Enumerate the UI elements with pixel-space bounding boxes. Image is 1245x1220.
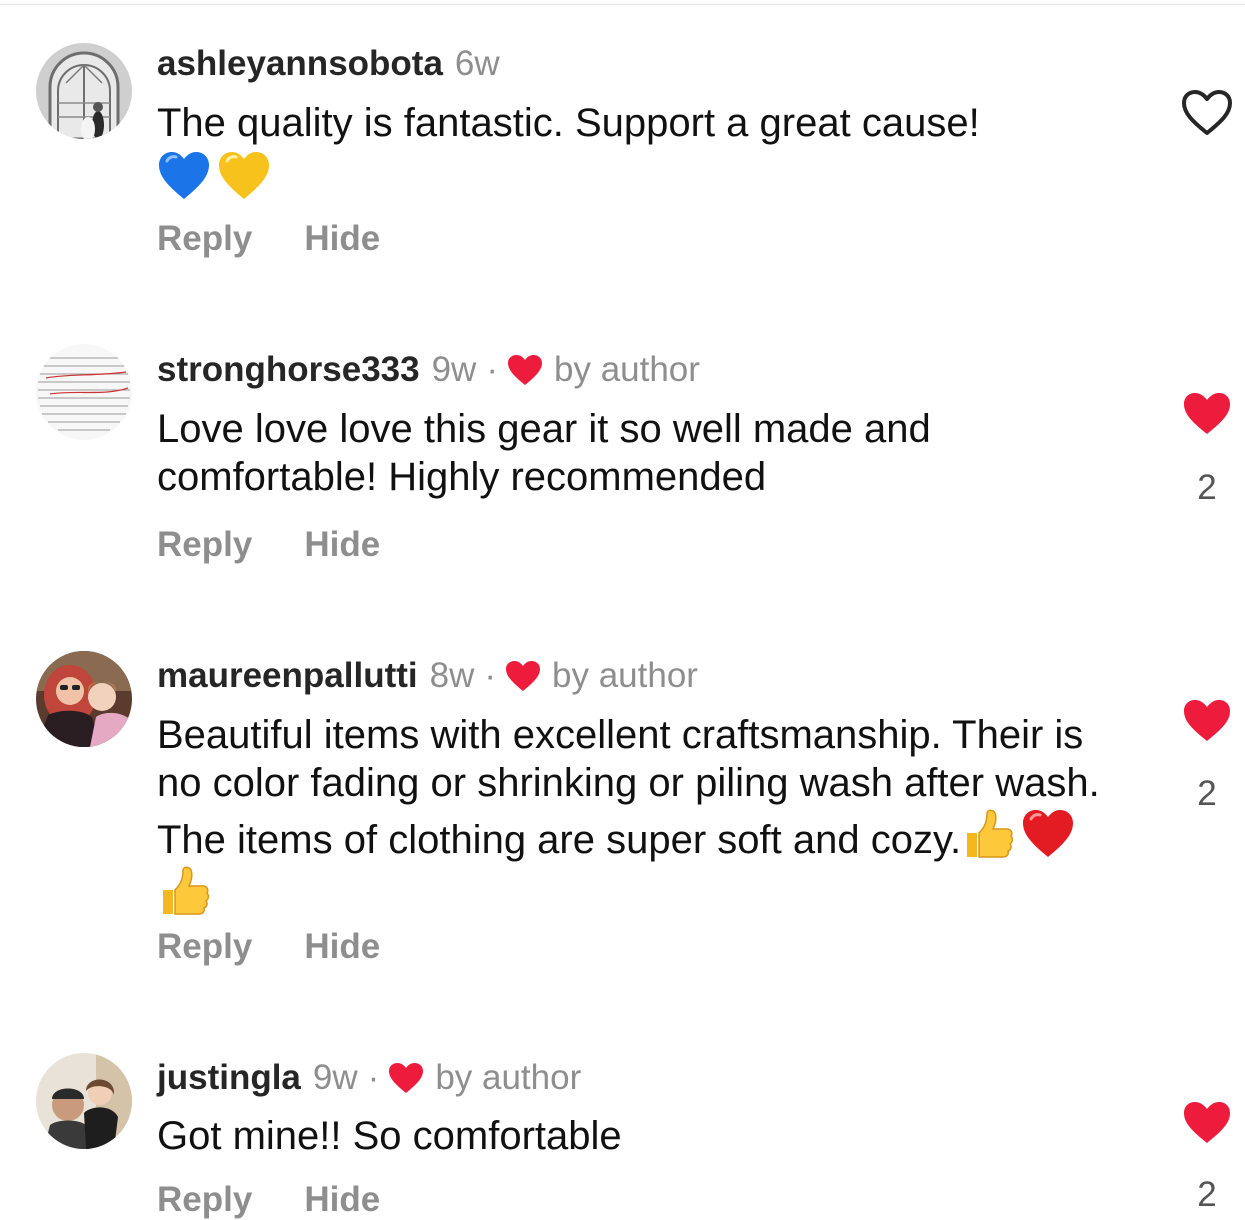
by-author-label: by author bbox=[552, 656, 698, 695]
comment-text: Got mine!! So comfortable bbox=[157, 1114, 622, 1158]
timestamp: 8w bbox=[429, 656, 475, 695]
hide-button[interactable]: Hide bbox=[304, 1180, 380, 1220]
comment-actions: Reply Hide bbox=[157, 525, 380, 565]
timestamp: 6w bbox=[454, 44, 500, 83]
hide-button[interactable]: Hide bbox=[304, 927, 380, 967]
heart-filled-icon bbox=[1184, 393, 1230, 434]
comment-meta: ashleyannsobota 6w bbox=[157, 44, 500, 84]
separator: · bbox=[367, 1058, 380, 1097]
comment-text: Beautiful items with excellent craftsman… bbox=[157, 711, 1137, 921]
like-button[interactable] bbox=[1180, 1099, 1234, 1147]
timestamp: 9w bbox=[431, 350, 477, 389]
like-count: 2 bbox=[1197, 774, 1217, 813]
separator: · bbox=[486, 350, 498, 389]
like-count: 2 bbox=[1197, 1175, 1217, 1214]
comment-body: Beautiful items with excellent craftsman… bbox=[157, 713, 1100, 862]
username[interactable]: stronghorse333 bbox=[157, 350, 420, 390]
red-heart-icon bbox=[1021, 807, 1075, 861]
like-button[interactable] bbox=[1180, 89, 1234, 137]
by-author-label: by author bbox=[435, 1058, 582, 1097]
reply-button[interactable]: Reply bbox=[157, 525, 252, 565]
top-divider bbox=[0, 4, 1245, 5]
heart-filled-icon bbox=[1184, 1102, 1230, 1143]
username[interactable]: justingla bbox=[157, 1058, 301, 1098]
avatar[interactable] bbox=[36, 344, 132, 440]
author-heart-icon bbox=[504, 659, 542, 693]
like-button[interactable] bbox=[1180, 697, 1234, 745]
yellow-heart-icon bbox=[217, 149, 271, 203]
reply-button[interactable]: Reply bbox=[157, 927, 252, 967]
comment-text: Love love love this gear it so well made… bbox=[157, 407, 931, 499]
reply-button[interactable]: Reply bbox=[157, 1180, 252, 1220]
thumbs-up-icon bbox=[961, 807, 1015, 861]
avatar[interactable] bbox=[36, 651, 132, 747]
timestamp: 9w bbox=[312, 1058, 358, 1097]
comment-actions: Reply Hide bbox=[157, 1180, 380, 1220]
comment-text: The quality is fantastic. Support a grea… bbox=[157, 99, 1137, 206]
blue-heart-icon bbox=[157, 149, 211, 203]
comment-body: The quality is fantastic. Support a grea… bbox=[157, 101, 980, 145]
avatar[interactable] bbox=[36, 43, 132, 139]
separator: · bbox=[484, 656, 497, 695]
avatar[interactable] bbox=[36, 1053, 132, 1149]
comment-meta: justingla 9w · by author bbox=[157, 1058, 581, 1098]
username[interactable]: maureenpallutti bbox=[157, 656, 418, 696]
comment-meta: stronghorse333 9w · by author bbox=[157, 350, 700, 390]
comment-actions: Reply Hide bbox=[157, 219, 380, 259]
heart-outline-icon bbox=[1182, 90, 1232, 135]
by-author-label: by author bbox=[554, 350, 700, 389]
like-button[interactable] bbox=[1180, 390, 1234, 438]
like-count: 2 bbox=[1197, 468, 1217, 507]
hide-button[interactable]: Hide bbox=[304, 525, 380, 565]
hide-button[interactable]: Hide bbox=[304, 219, 380, 259]
username[interactable]: ashleyannsobota bbox=[157, 44, 443, 84]
comment-meta: maureenpallutti 8w · by author bbox=[157, 656, 698, 696]
heart-filled-icon bbox=[1184, 700, 1230, 741]
reply-button[interactable]: Reply bbox=[157, 219, 252, 259]
comment-actions: Reply Hide bbox=[157, 927, 380, 967]
author-heart-icon bbox=[387, 1061, 425, 1095]
thumbs-up-icon bbox=[157, 864, 211, 918]
author-heart-icon bbox=[506, 353, 544, 387]
